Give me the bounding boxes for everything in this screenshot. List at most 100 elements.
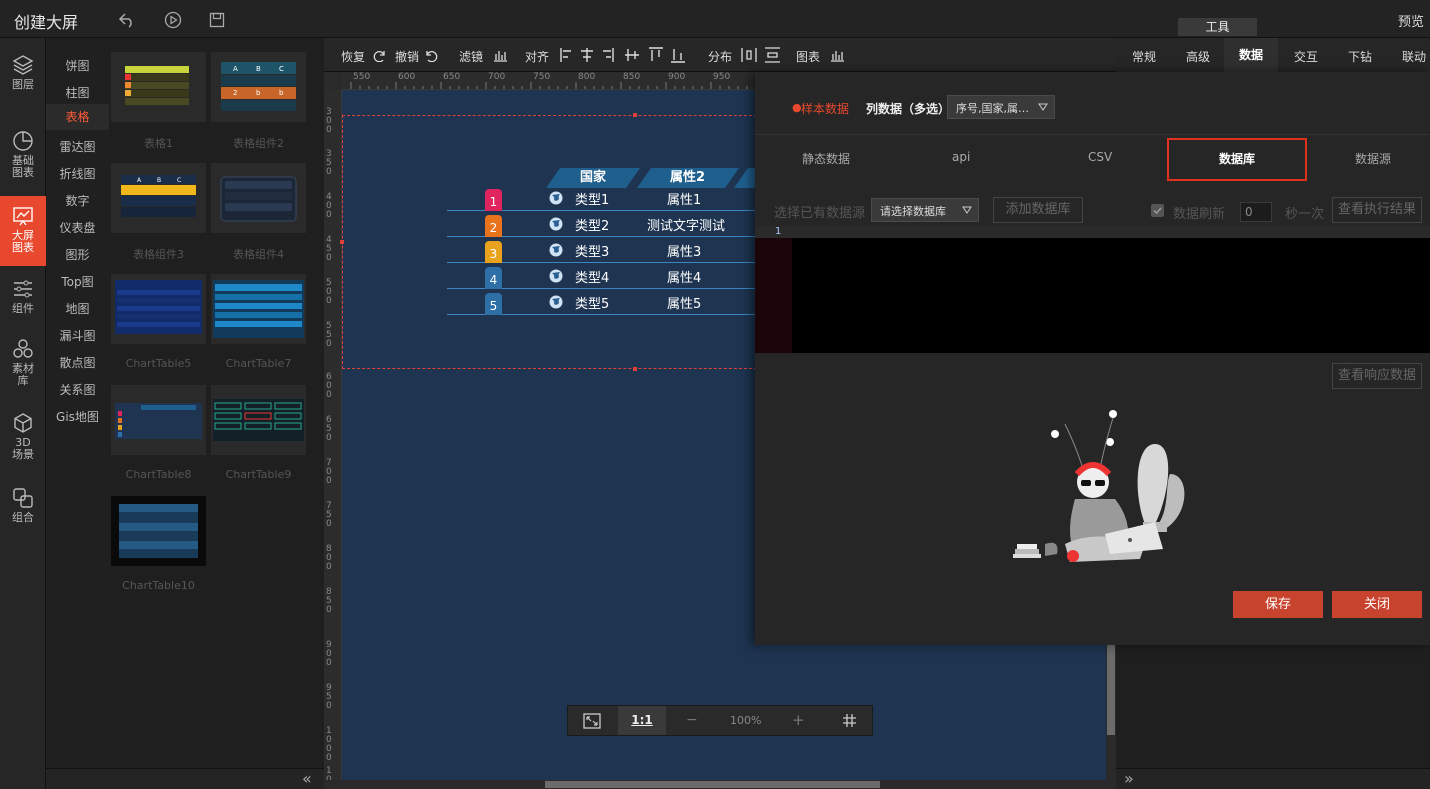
nav-combine[interactable]: 组合 bbox=[0, 487, 46, 524]
nav-material[interactable]: 素材 库 bbox=[0, 338, 46, 387]
category-number[interactable]: 数字 bbox=[46, 192, 109, 209]
thumb-charttable8[interactable] bbox=[111, 385, 206, 455]
category-funnel[interactable]: 漏斗图 bbox=[46, 327, 109, 344]
source-tab-database[interactable]: 数据库 bbox=[1167, 138, 1307, 181]
close-button[interactable]: 关闭 bbox=[1332, 591, 1422, 618]
nav-3d-scene[interactable]: 3D 场景 bbox=[0, 412, 46, 461]
tab-interaction[interactable]: 交互 bbox=[1294, 48, 1318, 65]
align-button[interactable]: 对齐 bbox=[525, 48, 549, 65]
layers-icon bbox=[12, 55, 34, 75]
thumb-table4[interactable] bbox=[211, 163, 306, 233]
refresh-interval-input[interactable]: 0 bbox=[1240, 202, 1272, 222]
thumb-label: ChartTable9 bbox=[225, 468, 292, 481]
ratio-1-1-button[interactable]: 1:1 bbox=[618, 706, 666, 735]
distribute-icons[interactable] bbox=[741, 47, 781, 63]
resize-handle[interactable] bbox=[633, 113, 637, 117]
column-data-select[interactable]: 序号,国家,属… bbox=[947, 95, 1055, 119]
save-icon[interactable] bbox=[208, 11, 226, 29]
category-table[interactable]: 表格 bbox=[46, 104, 109, 130]
undo-button[interactable]: 撤销 bbox=[395, 48, 419, 65]
source-tab-datasource[interactable]: 数据源 bbox=[1355, 150, 1391, 167]
thumb-charttable10[interactable] bbox=[111, 496, 206, 566]
view-response-button[interactable]: 查看响应数据 bbox=[1332, 363, 1422, 389]
thumb-table1[interactable] bbox=[111, 52, 206, 122]
category-pie[interactable]: 饼图 bbox=[46, 57, 109, 74]
collapse-left-icon[interactable]: « bbox=[302, 769, 312, 788]
refresh-checkbox[interactable] bbox=[1151, 204, 1164, 217]
view-exec-result-button[interactable]: 查看执行结果 bbox=[1332, 197, 1422, 223]
category-top[interactable]: Top图 bbox=[46, 273, 109, 290]
category-line[interactable]: 折线图 bbox=[46, 165, 109, 182]
back-icon[interactable] bbox=[118, 11, 136, 29]
category-gauge[interactable]: 仪表盘 bbox=[46, 219, 109, 236]
category-gis[interactable]: Gis地图 bbox=[46, 408, 109, 425]
preview-button[interactable]: 预览 bbox=[1398, 11, 1424, 30]
chart-icon[interactable] bbox=[830, 48, 845, 62]
cell-type: 类型3 bbox=[575, 245, 610, 260]
tab-advanced[interactable]: 高级 bbox=[1186, 48, 1210, 65]
zoom-out-button[interactable]: − bbox=[686, 712, 698, 728]
thumb-table3[interactable]: ABC bbox=[111, 163, 206, 233]
filter-button[interactable]: 滤镜 bbox=[459, 48, 483, 65]
ruler-label: 750 bbox=[533, 72, 551, 82]
resize-handle[interactable] bbox=[633, 367, 637, 371]
undo-icon[interactable] bbox=[425, 48, 439, 62]
tab-general[interactable]: 常规 bbox=[1132, 48, 1156, 65]
thumb-charttable9[interactable] bbox=[211, 385, 306, 455]
ruler-label: 950 bbox=[713, 72, 731, 82]
nav-label: 库 bbox=[17, 374, 29, 387]
source-tab-static[interactable]: 静态数据 bbox=[802, 150, 850, 167]
thumb-charttable7[interactable] bbox=[211, 274, 306, 344]
grid-icon[interactable] bbox=[842, 713, 857, 728]
fit-screen-icon[interactable] bbox=[583, 713, 601, 729]
collapse-right-icon[interactable]: » bbox=[1124, 769, 1134, 788]
add-database-button[interactable]: 添加数据库 bbox=[993, 197, 1083, 223]
tab-drilldown[interactable]: 下钻 bbox=[1348, 48, 1372, 65]
thumb-table2[interactable]: A B C 2 b b bbox=[211, 52, 306, 122]
tab-data[interactable]: 数据 bbox=[1224, 38, 1278, 72]
category-radar[interactable]: 雷达图 bbox=[46, 138, 109, 155]
svg-text:A: A bbox=[233, 65, 238, 73]
sql-editor[interactable]: 1 bbox=[755, 226, 1430, 353]
ruler-label: 600 bbox=[326, 372, 332, 400]
ruler-label: 1000 bbox=[326, 726, 332, 763]
chart-button[interactable]: 图表 bbox=[796, 48, 820, 65]
nav-basic-charts[interactable]: 基础 图表 bbox=[0, 130, 46, 179]
column-data-value: 序号,国家,属… bbox=[956, 102, 1029, 115]
redo-button[interactable]: 恢复 bbox=[341, 48, 365, 65]
category-relation[interactable]: 关系图 bbox=[46, 381, 109, 398]
source-tab-api[interactable]: api bbox=[952, 150, 970, 164]
nav-screen-charts[interactable]: 大屏 图表 bbox=[0, 196, 46, 266]
cell-attr: 属性1 bbox=[667, 193, 702, 208]
tools-tab[interactable]: 工具 bbox=[1178, 18, 1257, 36]
chevron-down-icon bbox=[962, 206, 972, 214]
table-row: 2 类型2 测试文字测试 bbox=[447, 211, 757, 237]
ruler-label: 700 bbox=[326, 458, 332, 486]
globe-icon bbox=[549, 269, 563, 283]
category-map[interactable]: 地图 bbox=[46, 300, 109, 317]
nav-label: 图表 bbox=[12, 166, 34, 179]
database-select[interactable]: 请选择数据库 bbox=[871, 198, 979, 222]
category-scatter[interactable]: 散点图 bbox=[46, 354, 109, 371]
align-icons[interactable] bbox=[559, 47, 685, 63]
nav-components[interactable]: 组件 bbox=[0, 278, 46, 315]
redo-icon[interactable] bbox=[372, 48, 386, 62]
vertical-scroll-thumb[interactable] bbox=[1107, 640, 1115, 735]
horizontal-scroll-thumb[interactable] bbox=[545, 781, 880, 788]
zoom-in-button[interactable]: + bbox=[792, 711, 805, 729]
tab-linkage[interactable]: 联动 bbox=[1402, 48, 1426, 65]
nav-layers[interactable]: 图层 bbox=[0, 54, 46, 91]
resize-handle[interactable] bbox=[340, 240, 344, 244]
play-icon[interactable] bbox=[164, 11, 182, 29]
sample-data-label[interactable]: 样本数据 bbox=[801, 100, 849, 117]
thumb-charttable5[interactable] bbox=[111, 274, 206, 344]
save-button[interactable]: 保存 bbox=[1233, 591, 1323, 618]
category-shape[interactable]: 图形 bbox=[46, 246, 109, 263]
sliders-icon bbox=[14, 280, 32, 298]
source-tab-csv[interactable]: CSV bbox=[1088, 150, 1112, 164]
filter-chart-icon[interactable] bbox=[493, 48, 508, 62]
table-row: 1 类型1 属性1 bbox=[447, 185, 757, 211]
category-bar[interactable]: 柱图 bbox=[46, 84, 109, 101]
distribute-button[interactable]: 分布 bbox=[708, 48, 732, 65]
globe-icon bbox=[549, 217, 563, 231]
